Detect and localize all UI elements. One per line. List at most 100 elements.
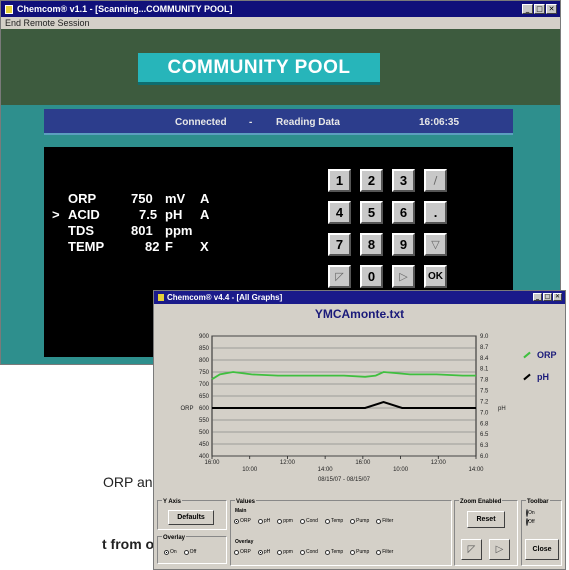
reading-value: 7.5 [139,207,158,222]
radio-dot [277,518,283,524]
y-right-tick-label: 7.8 [480,378,489,384]
overlay-radios: On Off [164,549,196,555]
y-right-tick-label: 7.2 [480,399,489,405]
window-title: Chemcom® v1.1 - [Scanning...COMMUNITY PO… [17,4,233,14]
group-label: Values [235,499,257,505]
y-left-tick-label: 650 [199,394,210,400]
overlay-cond-radio[interactable]: Cond [299,549,318,555]
radio-dot [257,549,263,555]
key-9[interactable]: 9 [392,233,415,256]
legend-label: pH [537,372,549,382]
legend: ORP pH [523,344,557,388]
main-temp-radio[interactable]: Temp [324,518,343,524]
minimize-icon[interactable]: _ [522,4,533,14]
radio-label: Cond [305,518,318,524]
radio-label: Temp [330,549,344,555]
y-right-tick-label: 9.0 [480,334,489,340]
close-button[interactable]: Close [525,539,559,560]
key-forward-icon[interactable]: ▷ [392,265,415,288]
menu-end-remote-session[interactable]: End Remote Session [1,17,560,29]
overlay-temp-radio[interactable]: Temp [324,549,344,555]
radio-label: Filter [382,518,394,524]
defaults-button[interactable]: Defaults [168,510,214,525]
reading-name: TDS [68,223,94,238]
overlay-filter-radio[interactable]: Filter [376,549,393,555]
main-ppm-radio[interactable]: ppm [277,518,293,524]
main-filter-radio[interactable]: Filter [376,518,393,524]
overlay-label: Overlay [235,539,254,545]
reset-button[interactable]: Reset [467,511,505,528]
toolbar-off-radio[interactable]: Off [526,518,535,526]
key-5[interactable]: 5 [360,201,383,224]
reading-unit: F [165,239,173,254]
key-3[interactable]: 3 [392,169,415,192]
status-separator: - [249,117,253,128]
radio-dot [277,549,283,555]
zoom-back-icon[interactable]: ◸ [461,539,482,560]
key-0[interactable]: 0 [360,265,383,288]
legend-swatch-ph [523,373,531,381]
line-chart[interactable]: 4004505005506006507007508008509006.06.36… [154,304,565,484]
key-6[interactable]: 6 [392,201,415,224]
close-icon[interactable]: ✕ [546,4,557,14]
key-7[interactable]: 7 [328,233,351,256]
maximize-icon[interactable]: □ [534,4,545,14]
radio-label: Pump [356,518,370,524]
close-icon[interactable]: ✕ [553,293,562,301]
radio-label: On [170,549,177,555]
reading-value: 82 [145,239,160,254]
radio-dot [299,518,305,524]
radio-label: Cond [305,549,318,555]
key-slash[interactable]: / [424,169,447,192]
overlay-orp-radio[interactable]: ORP [234,549,251,555]
key-down-icon[interactable]: ▽ [424,233,447,256]
overlay-toggle-group: Overlay On Off [157,535,227,564]
reading-mode: A [200,191,210,206]
y-right-axis-label: pH [498,406,506,412]
radio-dot [350,549,356,555]
reading-mode: X [200,239,209,254]
maximize-icon[interactable]: □ [543,293,552,301]
main-orp-radio[interactable]: ORP [234,518,251,524]
radio-label: pH [263,518,271,524]
title-bar[interactable]: Chemcom® v1.1 - [Scanning...COMMUNITY PO… [1,1,560,17]
y-left-tick-label: 550 [199,418,210,424]
radio-dot [526,509,528,517]
radio-label: ORP [240,518,251,524]
legend-item-ph: pH [523,366,557,388]
app-icon [5,4,13,14]
y-right-tick-label: 7.5 [480,389,489,395]
group-label: Overlay [162,535,187,541]
key-dot[interactable]: . [424,201,447,224]
overlay-on-radio[interactable]: On [164,549,177,555]
key-1[interactable]: 1 [328,169,351,192]
key-4[interactable]: 4 [328,201,351,224]
y-right-tick-label: 7.0 [480,410,489,416]
title-bar[interactable]: Chemcom® v4.4 - [All Graphs] _ □ ✕ [154,291,565,304]
radio-label: ORP [240,549,251,555]
overlay-off-radio[interactable]: Off [183,549,196,555]
main-cond-radio[interactable]: Cond [299,518,318,524]
radio-label: ppm [283,518,293,524]
main-pump-radio[interactable]: Pump [350,518,369,524]
activity-status: Reading Data [276,117,340,128]
overlay-pump-radio[interactable]: Pump [350,549,369,555]
reading-unit: pH [165,207,183,222]
key-8[interactable]: 8 [360,233,383,256]
main-ph-radio[interactable]: pH [257,518,271,524]
y-axis-group: Y Axis Defaults [157,499,227,530]
reading-name: ORP [68,191,97,206]
radio-dot [299,549,305,555]
overlay-ppm-radio[interactable]: ppm [277,549,293,555]
radio-label: pH [263,549,271,555]
reading-mode: A [200,207,210,222]
key-back-icon[interactable]: ◸ [328,265,351,288]
toolbar-on-radio[interactable]: On [526,509,535,517]
overlay-ph-radio[interactable]: pH [257,549,271,555]
minimize-icon[interactable]: _ [533,293,542,301]
key-ok[interactable]: OK [424,265,447,288]
chart-area: YMCAmonte.txt 400 450 500 550 600 650 700 750 80… [154,304,565,484]
key-2[interactable]: 2 [360,169,383,192]
zoom-forward-icon[interactable]: ▷ [489,539,510,560]
toolbar-radios: On Off [526,509,535,528]
